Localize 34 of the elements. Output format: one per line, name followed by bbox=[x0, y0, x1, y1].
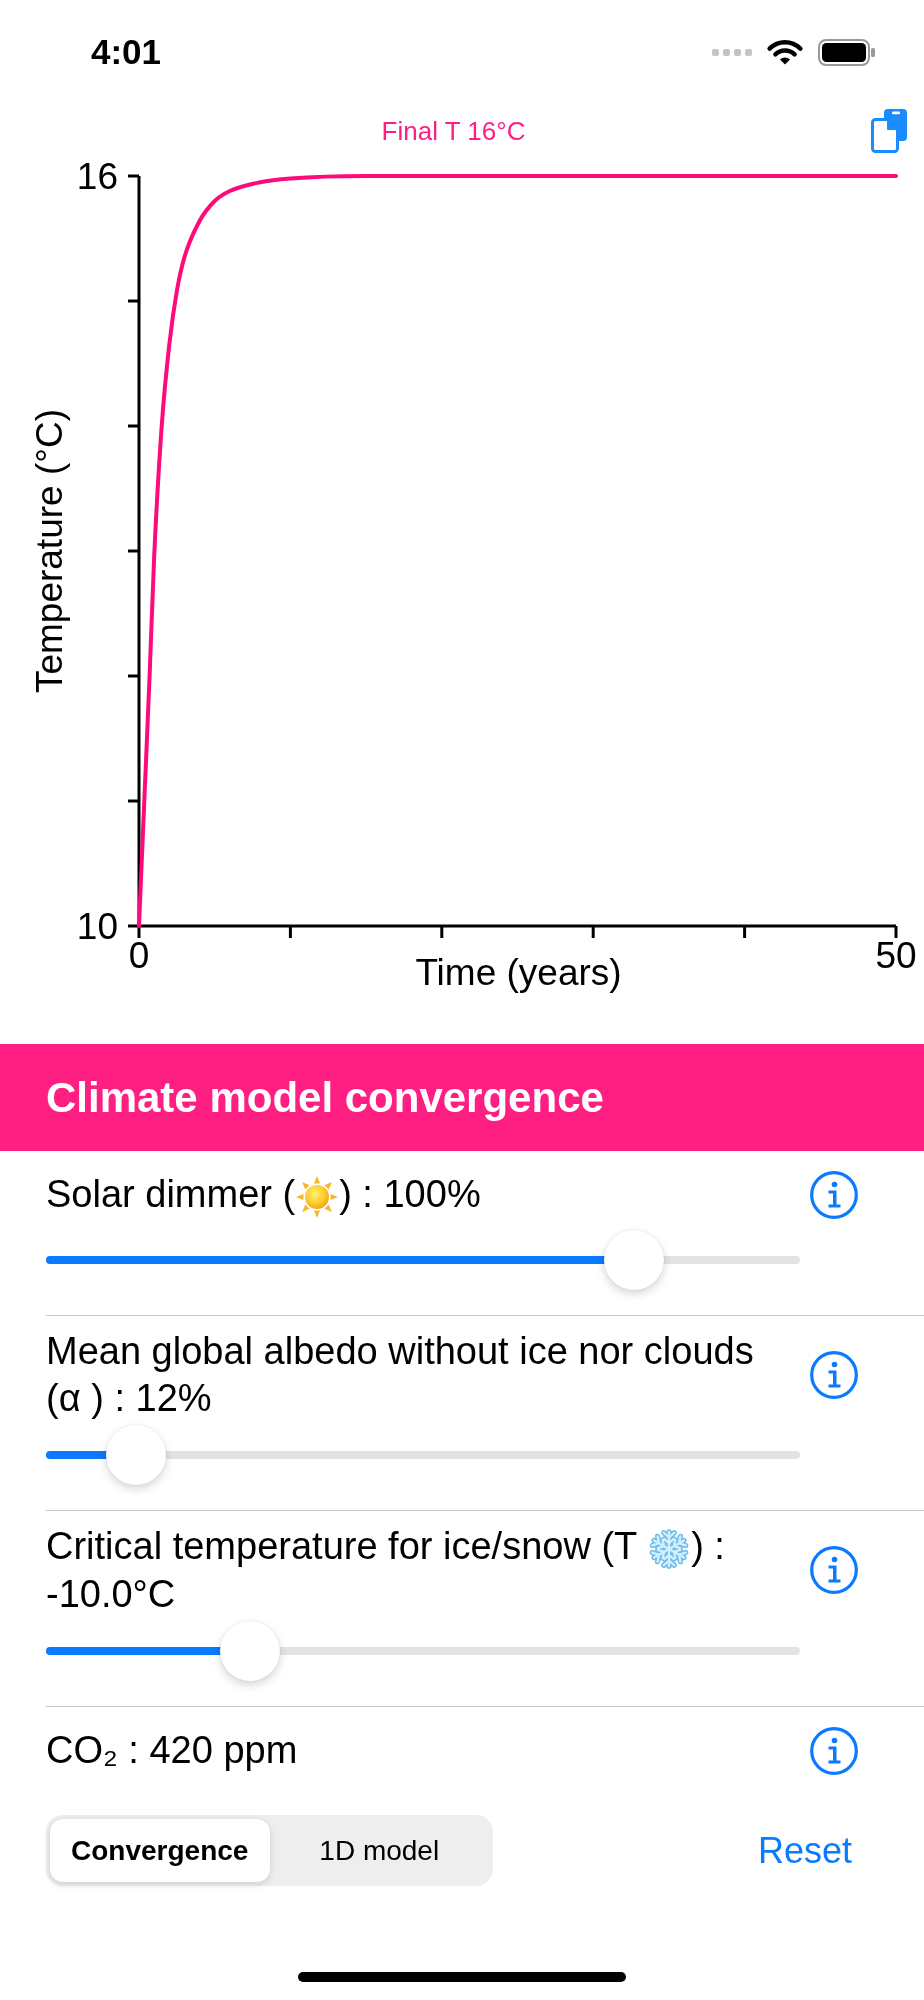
label-text: Mean global albedo without ice nor clouds (α ) : 12% bbox=[46, 1330, 754, 1419]
label-text: CO₂ : 420 ppm bbox=[46, 1729, 298, 1772]
label-text: -10.0°C bbox=[46, 1572, 176, 1615]
info-icon[interactable] bbox=[810, 1546, 858, 1595]
slider[interactable] bbox=[46, 1425, 800, 1485]
signal-icon bbox=[712, 48, 752, 56]
status-time: 4:01 bbox=[91, 32, 162, 72]
label-text: Solar dimmer ( bbox=[46, 1173, 296, 1215]
reset-button[interactable]: Reset bbox=[757, 1829, 852, 1872]
sun-icon bbox=[295, 1175, 340, 1219]
label-text: ) : 100% bbox=[339, 1173, 481, 1215]
tick-label: 10 bbox=[76, 905, 118, 947]
slider[interactable] bbox=[46, 1620, 800, 1681]
chart-title: Final T 16°C bbox=[381, 116, 526, 146]
axis-title: Time (years) bbox=[415, 951, 622, 993]
info-icon[interactable] bbox=[810, 1351, 858, 1399]
tick-label: 16 bbox=[76, 160, 118, 197]
axis-title: Temperature (°C) bbox=[28, 408, 70, 694]
slider-thumb[interactable] bbox=[106, 1425, 167, 1485]
info-icon[interactable] bbox=[810, 1171, 858, 1219]
slider-thumb[interactable] bbox=[219, 1620, 280, 1681]
segment-button[interactable]: 1D model bbox=[269, 1819, 489, 1882]
tick-label: 0 bbox=[128, 934, 150, 976]
wifi-icon bbox=[766, 39, 804, 65]
slider[interactable] bbox=[46, 1230, 800, 1290]
slider-thumb[interactable] bbox=[604, 1230, 665, 1290]
documents-icon[interactable] bbox=[871, 109, 907, 153]
label-text: ) : bbox=[691, 1525, 725, 1567]
battery-icon bbox=[818, 38, 876, 66]
label-text: Critical temperature for ice/snow (T bbox=[46, 1525, 638, 1567]
tick-label: 50 bbox=[875, 934, 917, 976]
info-icon[interactable] bbox=[810, 1726, 858, 1775]
section-title: Climate model convergence bbox=[46, 1072, 604, 1123]
segment-button[interactable]: Convergence bbox=[50, 1819, 270, 1882]
